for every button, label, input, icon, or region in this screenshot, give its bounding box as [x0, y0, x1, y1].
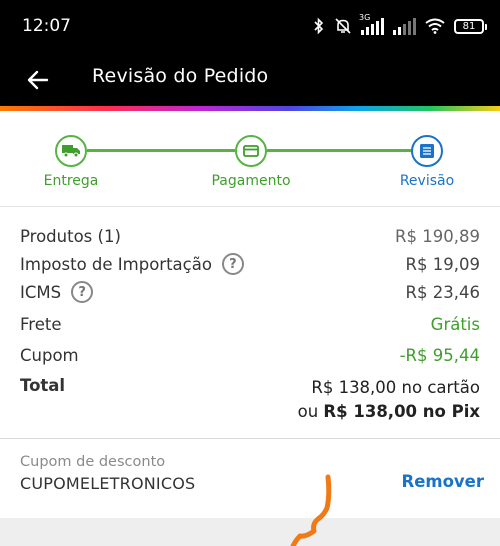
- arrow-left-icon: [27, 70, 49, 90]
- step-pagamento-circle: [235, 135, 267, 167]
- truck-icon: [62, 145, 80, 158]
- signal-icon: 3G: [359, 13, 384, 35]
- remove-coupon-button[interactable]: Remover: [401, 472, 484, 491]
- coupon-code: CUPOMELETRONICOS: [20, 474, 196, 493]
- status-bar: 12:07 3G 81: [0, 0, 500, 52]
- shipping-label: Frete: [20, 315, 62, 334]
- coupon-discount-label: Cupom: [20, 346, 79, 365]
- import-tax-help-icon[interactable]: ?: [221, 253, 244, 275]
- step-pagamento[interactable]: Pagamento: [181, 135, 321, 189]
- mute-bell-icon: [335, 18, 351, 34]
- step-revisao[interactable]: Revisão: [357, 135, 497, 189]
- shipping-value: Grátis: [430, 315, 480, 334]
- step-entrega-circle: [55, 135, 87, 167]
- summary-row-import-tax: Imposto de Importação ? R$ 19,09: [20, 253, 480, 275]
- credit-card-icon: [243, 145, 259, 157]
- step-pagamento-label: Pagamento: [211, 173, 291, 189]
- icms-label-wrap: ICMS ?: [20, 281, 94, 303]
- coupon-discount-value: -R$ 95,44: [399, 346, 480, 365]
- total-pix-prefix: ou: [297, 402, 319, 421]
- bluetooth-icon: [314, 17, 324, 35]
- app-bar: Revisão do Pedido: [0, 52, 500, 108]
- checkout-stepper: Entrega Pagamento Revisão: [0, 111, 500, 207]
- order-summary: Produtos (1) R$ 190,89 Imposto de Import…: [0, 207, 500, 439]
- products-label: Produtos (1): [20, 227, 121, 246]
- list-icon: [420, 144, 434, 158]
- summary-row-coupon: Cupom -R$ 95,44: [20, 346, 480, 365]
- page-title: Revisão do Pedido: [92, 65, 269, 87]
- back-button[interactable]: [20, 62, 56, 98]
- total-value: R$ 138,00 no cartão ou R$ 138,00 no Pix: [298, 376, 480, 424]
- status-time: 12:07: [22, 16, 71, 36]
- total-pix-line: ou R$ 138,00 no Pix: [298, 400, 480, 424]
- battery-icon: 81: [454, 18, 487, 34]
- step-entrega-label: Entrega: [43, 173, 99, 189]
- coupon-field-label: Cupom de desconto: [20, 454, 166, 470]
- summary-row-shipping: Frete Grátis: [20, 315, 480, 334]
- icms-label: ICMS: [20, 282, 62, 302]
- products-value: R$ 190,89: [395, 227, 480, 246]
- import-tax-label: Imposto de Importação: [20, 254, 212, 274]
- footer-area: [0, 518, 500, 546]
- signal-2-icon: [393, 17, 416, 35]
- coupon-section: Cupom de desconto CUPOMELETRONICOS Remov…: [0, 440, 500, 518]
- status-icons: 3G 81: [313, 13, 487, 38]
- network-type-label: 3G: [359, 13, 371, 22]
- step-entrega[interactable]: Entrega: [1, 135, 141, 189]
- wifi-icon: [425, 18, 445, 34]
- icms-help-icon[interactable]: ?: [71, 281, 94, 303]
- step-revisao-label: Revisão: [399, 173, 455, 189]
- icms-value: R$ 23,46: [405, 282, 480, 302]
- step-revisao-circle: [411, 135, 443, 167]
- total-pix-amount: R$ 138,00 no Pix: [323, 402, 480, 421]
- summary-row-products: Produtos (1) R$ 190,89: [20, 227, 480, 246]
- import-tax-value: R$ 19,09: [405, 254, 480, 274]
- summary-row-icms: ICMS ? R$ 23,46: [20, 281, 480, 303]
- total-label: Total: [20, 376, 66, 395]
- total-card-line: R$ 138,00 no cartão: [311, 378, 480, 397]
- import-tax-label-wrap: Imposto de Importação ?: [20, 253, 244, 275]
- summary-row-total: Total R$ 138,00 no cartão ou R$ 138,00 n…: [20, 376, 480, 424]
